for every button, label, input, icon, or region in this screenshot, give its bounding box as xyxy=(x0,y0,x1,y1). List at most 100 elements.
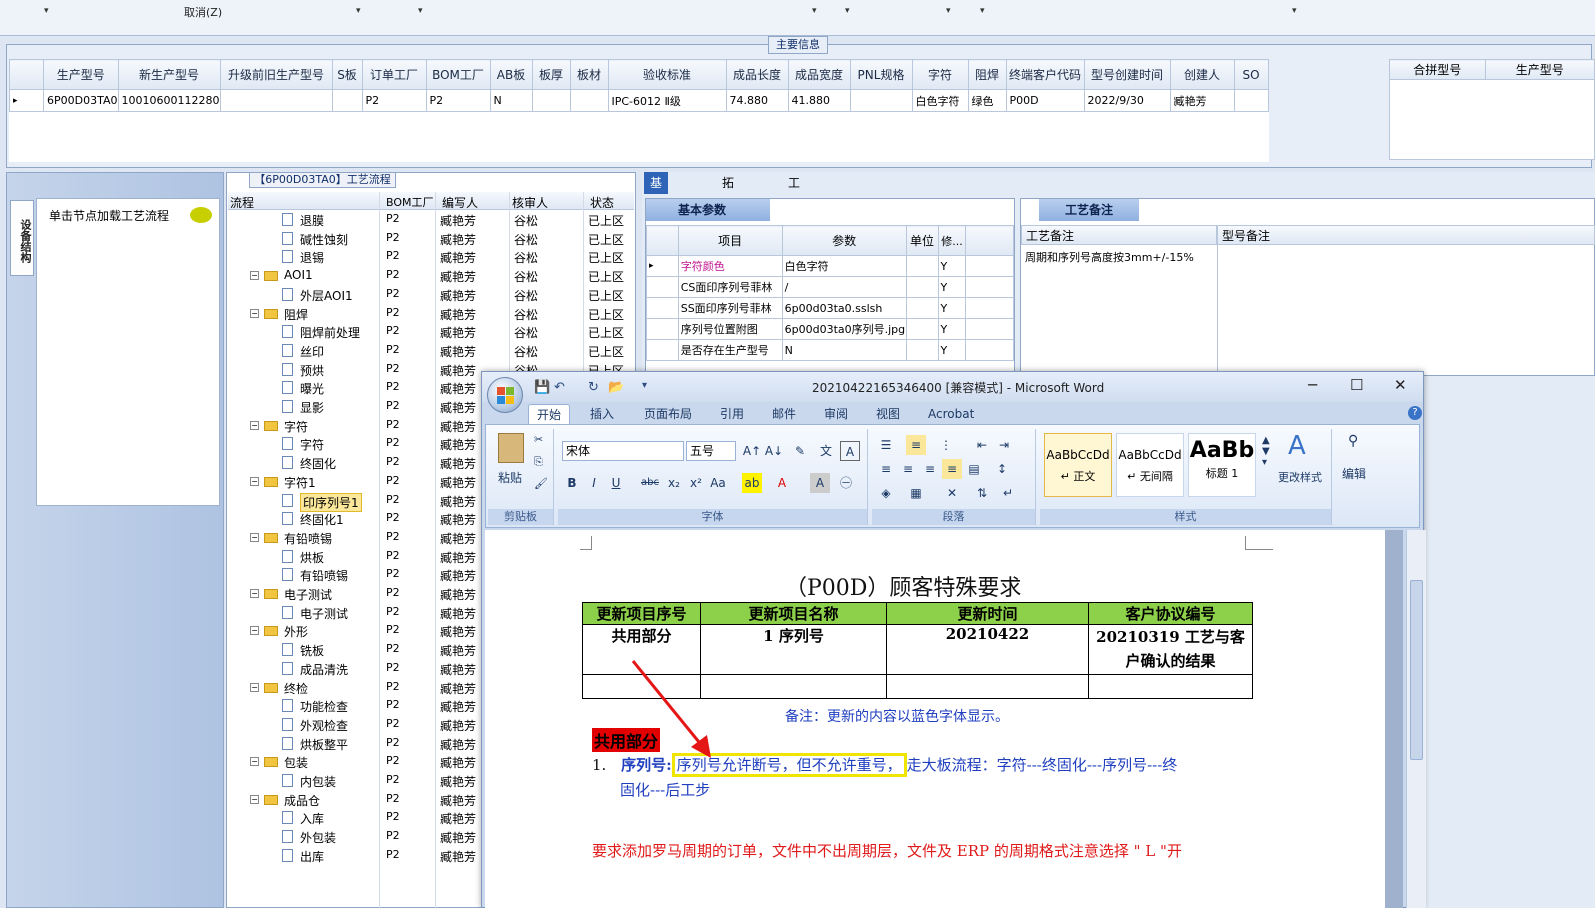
table-cell[interactable]: 白色字符 xyxy=(781,255,907,277)
decrease-indent-icon[interactable]: ⇤ xyxy=(972,435,992,455)
tab-acrobat[interactable]: Acrobat xyxy=(920,404,982,424)
collapse-icon[interactable]: − xyxy=(250,589,259,598)
office-button[interactable] xyxy=(487,377,523,413)
open-icon[interactable]: 📂 xyxy=(608,380,624,395)
change-styles-icon[interactable]: A xyxy=(1288,431,1306,461)
table-cell[interactable]: Y xyxy=(937,276,967,298)
close-icon[interactable]: ✕ xyxy=(1394,376,1407,394)
col-header[interactable]: 验收标准 xyxy=(607,59,727,90)
col-header[interactable]: 生产型号 xyxy=(43,59,119,90)
table-cell[interactable]: 6p00d03ta0.sslsh xyxy=(781,297,907,319)
line-spacing-icon[interactable]: ↕ xyxy=(992,459,1012,479)
table-row[interactable]: CS面印序列号菲林 / Y xyxy=(646,276,1014,298)
table-cell[interactable]: 6p00d03ta0序列号.jpg xyxy=(781,318,907,340)
col-header[interactable]: 流程 xyxy=(230,194,254,211)
col-header[interactable]: 工艺备注 xyxy=(1021,225,1217,245)
collapse-icon[interactable]: − xyxy=(250,308,259,318)
chevron-down-icon[interactable]: ▾ xyxy=(812,6,817,16)
table-cell[interactable]: 10010600112280 xyxy=(117,89,221,112)
save-icon[interactable]: 💾 xyxy=(534,380,550,395)
col-header[interactable]: AB板 xyxy=(489,59,533,90)
tree-node[interactable]: 阻焊前处理 P2 臧艳芳 谷松 已上区 xyxy=(228,322,634,341)
tree-node[interactable]: 退锡 P2 臧艳芳 谷松 已上区 xyxy=(228,247,634,266)
table-cell[interactable]: P2 xyxy=(361,89,427,112)
cancel-menu[interactable]: 取消(Z) xyxy=(184,4,222,20)
change-styles-button[interactable]: 更改样式 xyxy=(1278,469,1322,485)
tab-home[interactable]: 开始 xyxy=(528,404,571,424)
tree-node[interactable]: 退膜 P2 臧艳芳 谷松 已上区 xyxy=(228,210,634,229)
tab-insert[interactable]: 插入 xyxy=(582,404,622,424)
minimize-icon[interactable]: ─ xyxy=(1308,376,1317,394)
table-cell[interactable]: N xyxy=(489,89,533,112)
redo-icon[interactable]: ↻ xyxy=(588,380,599,395)
table-cell[interactable]: SS面印序列号菲林 xyxy=(677,297,783,319)
table-cell[interactable]: P00D xyxy=(1005,89,1085,112)
enclose-char-icon[interactable]: ㊀ xyxy=(836,473,856,493)
table-cell[interactable]: CS面印序列号菲林 xyxy=(677,276,783,298)
col-header[interactable]: 创建人 xyxy=(1169,59,1235,90)
font-name-select[interactable]: 宋体 xyxy=(562,441,684,461)
chevron-down-icon[interactable]: ▾ xyxy=(418,6,423,16)
col-header[interactable]: S板 xyxy=(331,59,363,90)
col-header[interactable]: 新生产型号 xyxy=(117,59,221,90)
col-header[interactable]: SO xyxy=(1233,59,1269,90)
table-cell[interactable]: Y xyxy=(937,318,967,340)
chinese-layout-icon[interactable]: ✕ xyxy=(942,483,962,503)
numbering-icon[interactable]: ≡ xyxy=(906,435,926,455)
cut-icon[interactable]: ✂ xyxy=(534,433,543,446)
col-header[interactable]: 成品长度 xyxy=(725,59,789,90)
paste-button[interactable]: 粘贴 xyxy=(498,469,522,486)
table-cell[interactable]: / xyxy=(781,276,907,298)
table-cell[interactable]: 41.880 xyxy=(787,89,851,112)
tree-node[interactable]: − AOI1 P2 臧艳芳 谷松 已上区 xyxy=(228,266,634,285)
collapse-icon[interactable]: − xyxy=(250,682,259,692)
col-header[interactable]: 生产型号 xyxy=(1484,59,1595,80)
char-shading-icon[interactable]: A xyxy=(810,473,830,493)
align-right-icon[interactable]: ≡ xyxy=(920,459,940,479)
styles-scroll-icon[interactable]: ▲ ▼ ▾ xyxy=(1262,435,1270,468)
borders-icon[interactable]: ▦ xyxy=(906,483,926,503)
undo-icon[interactable]: ↶ xyxy=(554,380,565,395)
subscript-icon[interactable]: x₂ xyxy=(664,473,684,493)
tab-basic-info[interactable]: 基本信息 xyxy=(644,172,669,256)
table-cell[interactable]: IPC-6012 Ⅱ级 xyxy=(607,89,727,112)
clear-format-icon[interactable]: ✎ xyxy=(790,441,810,461)
italic-icon[interactable]: I xyxy=(584,473,604,493)
style-no-spacing[interactable]: AaBbCcDd ↵ 无间隔 xyxy=(1116,433,1184,497)
tab-references[interactable]: 引用 xyxy=(712,404,752,424)
col-header[interactable]: 项目 xyxy=(677,225,783,256)
col-header[interactable]: 修... xyxy=(937,225,967,256)
increase-indent-icon[interactable]: ⇥ xyxy=(994,435,1014,455)
table-cell[interactable] xyxy=(905,318,939,340)
col-header[interactable]: 单位 xyxy=(905,225,939,256)
chevron-down-icon[interactable]: ▾ xyxy=(946,6,951,16)
table-cell[interactable]: 74.880 xyxy=(725,89,789,112)
vertical-scrollbar[interactable] xyxy=(1406,530,1426,908)
col-header[interactable]: 终端客户代码 xyxy=(1005,59,1085,90)
chevron-down-icon[interactable]: ▾ xyxy=(845,6,850,16)
table-cell[interactable] xyxy=(849,89,913,112)
col-header[interactable]: 型号备注 xyxy=(1217,225,1595,245)
superscript-icon[interactable]: x² xyxy=(686,473,706,493)
customize-qat-icon[interactable]: ▾ xyxy=(642,380,647,391)
col-header[interactable]: 板材 xyxy=(569,59,609,90)
chevron-down-icon[interactable]: ▾ xyxy=(980,6,985,16)
col-header[interactable]: 字符 xyxy=(911,59,969,90)
table-cell[interactable] xyxy=(905,276,939,298)
col-header[interactable]: 合拼型号 xyxy=(1389,59,1486,80)
table-cell[interactable]: P2 xyxy=(425,89,491,112)
table-cell[interactable] xyxy=(331,89,363,112)
table-cell[interactable]: N xyxy=(781,339,907,361)
table-cell[interactable]: 臧艳芳 xyxy=(1169,89,1235,112)
table-row[interactable]: ▸ 字符颜色 白色字符 Y xyxy=(646,255,1014,277)
bullets-icon[interactable]: ☰ xyxy=(876,435,896,455)
col-header[interactable]: 状态 xyxy=(590,194,614,211)
tree-node[interactable]: 丝印 P2 臧艳芳 谷松 已上区 xyxy=(228,341,634,360)
table-row[interactable]: SS面印序列号菲林 6p00d03ta0.sslsh Y xyxy=(646,297,1014,319)
help-icon[interactable]: ? xyxy=(1408,406,1422,420)
table-cell[interactable]: 白色字符 xyxy=(911,89,969,112)
highlight-icon[interactable]: ab xyxy=(742,473,762,493)
copy-icon[interactable]: ⎘ xyxy=(534,455,543,469)
tab-work-hours[interactable]: 工时 xyxy=(782,172,806,212)
show-marks-icon[interactable]: ↵ xyxy=(998,483,1018,503)
